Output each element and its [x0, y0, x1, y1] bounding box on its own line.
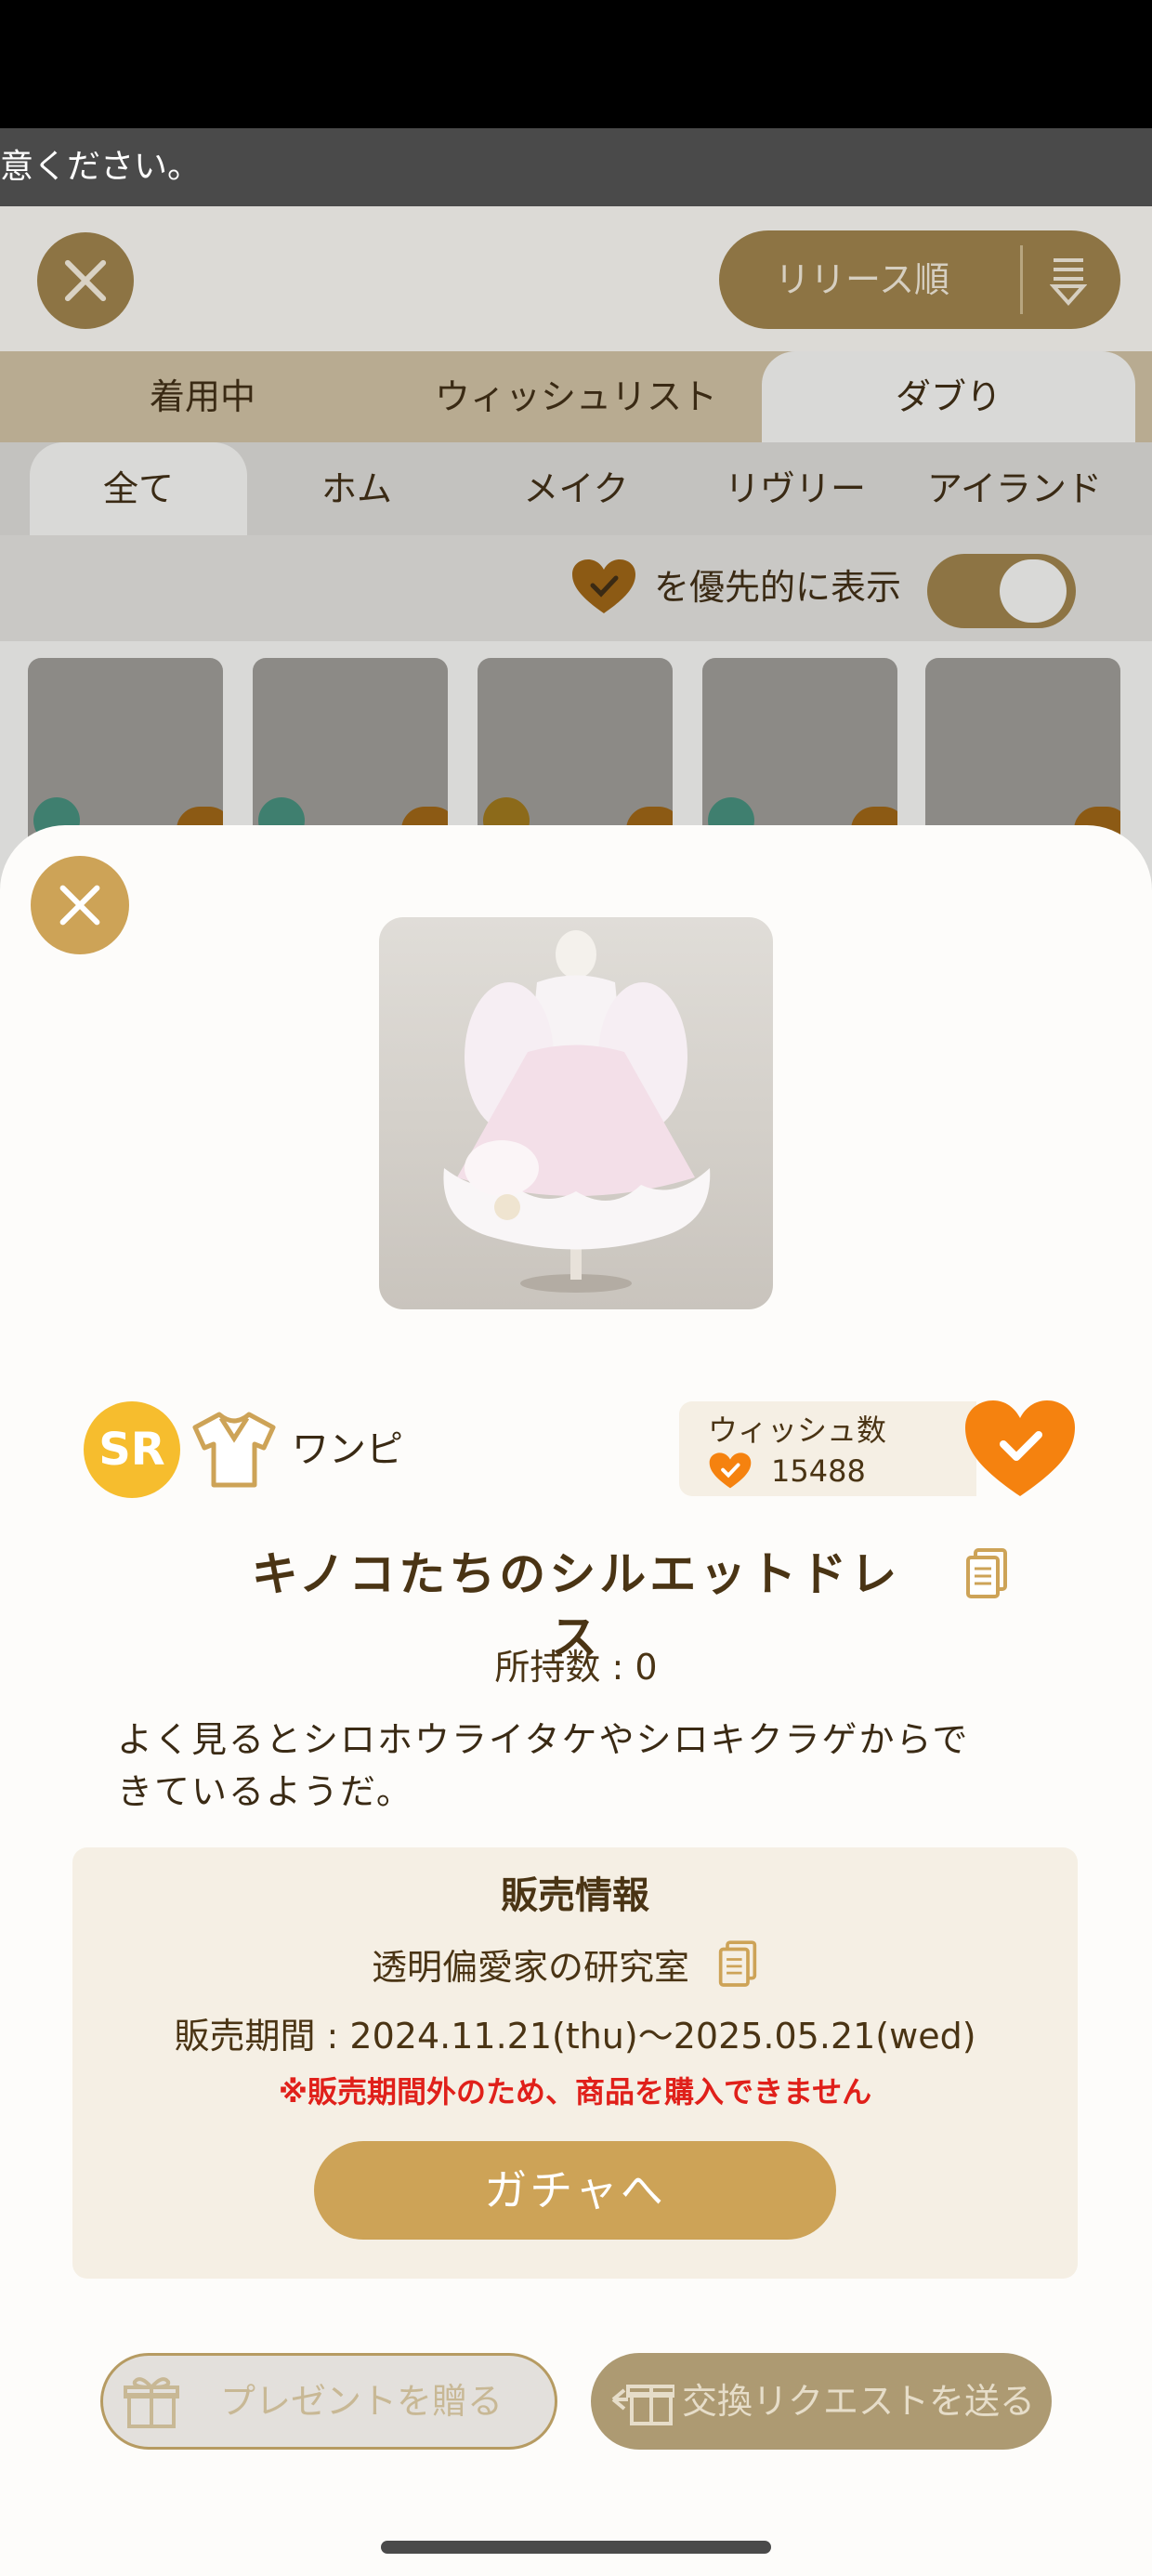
item-thumbnail[interactable]: [925, 658, 1120, 853]
filter-label: を優先的に表示: [654, 567, 902, 608]
go-to-gacha-button[interactable]: ガチャへ: [314, 2141, 836, 2240]
sort-divider: [1020, 245, 1023, 314]
copy-icon[interactable]: [717, 1939, 758, 1991]
sale-info-heading: 販売情報: [501, 1874, 649, 1917]
home-indicator[interactable]: [381, 2541, 771, 2554]
wish-count-value: 15488: [771, 1453, 866, 1489]
tab-wishlist[interactable]: ウィッシュリスト: [372, 351, 780, 442]
owned-count: 所持数 : 0: [494, 1647, 658, 1688]
subtab-livly[interactable]: リヴリー: [686, 442, 905, 535]
dress-illustration: [443, 930, 711, 1293]
item-thumbnail[interactable]: [253, 658, 448, 853]
tab-duplicates[interactable]: ダブり: [762, 351, 1135, 442]
sale-warning: ※販売期間外のため、商品を購入できません: [278, 2074, 872, 2109]
subtab-home[interactable]: ホム: [247, 442, 466, 535]
shirt-icon: [192, 1412, 276, 1488]
heart-icon: [709, 1452, 752, 1489]
toggle-knob: [1000, 559, 1067, 623]
category-label: ワンピ: [292, 1428, 403, 1471]
status-bar: [0, 0, 1152, 128]
heart-icon: [572, 559, 635, 613]
item-description: よく見るとシロホウライタケやシロキクラゲからできているようだ。: [117, 1719, 970, 1812]
rarity-badge: SR: [84, 1401, 180, 1498]
sort-button[interactable]: リリース順: [719, 230, 1120, 329]
tab-wearing[interactable]: 着用中: [0, 351, 405, 442]
send-present-label: プレゼントを贈る: [220, 2381, 504, 2422]
item-name: キノコたちのシルエットドレス: [251, 1547, 901, 1664]
subtab-island[interactable]: アイランド: [905, 442, 1124, 535]
item-thumbnail[interactable]: [702, 658, 897, 853]
item-thumbnail[interactable]: [478, 658, 673, 853]
notice-banner: 意ください。: [0, 128, 1152, 206]
exchange-gift-icon: [611, 2385, 674, 2425]
background-close-button[interactable]: [37, 232, 134, 329]
subtab-all[interactable]: 全て: [30, 442, 247, 535]
send-exchange-request-button[interactable]: 交換リクエストを送る: [591, 2353, 1052, 2450]
wishlist-heart-button[interactable]: [962, 1398, 1078, 1500]
sort-order-icon: [1050, 258, 1087, 307]
item-image: [379, 917, 773, 1309]
wish-count-title: ウィッシュ数: [708, 1413, 887, 1448]
send-present-button[interactable]: プレゼントを贈る: [100, 2353, 557, 2450]
notice-text: 意ください。: [0, 148, 202, 186]
sale-period: 販売期間 : 2024.11.21(thu)〜2025.05.21(wed): [174, 2016, 976, 2057]
item-thumbnail[interactable]: [28, 658, 223, 853]
gift-icon: [124, 2377, 179, 2428]
send-exchange-request-label: 交換リクエストを送る: [682, 2381, 1036, 2422]
sale-shop-name: 透明偏愛家の研究室: [372, 1947, 690, 1988]
sort-label: リリース順: [775, 259, 950, 300]
subtab-makeup[interactable]: メイク: [466, 442, 686, 535]
copy-icon[interactable]: [964, 1548, 1009, 1600]
close-sheet-button[interactable]: [31, 856, 129, 954]
